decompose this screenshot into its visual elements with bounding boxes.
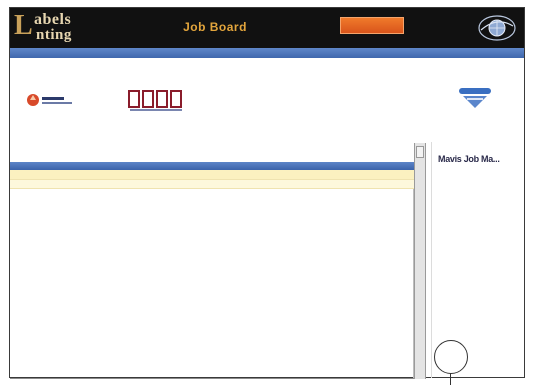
job-table (10, 162, 414, 189)
header-action-button[interactable] (340, 17, 404, 34)
table-row[interactable] (10, 179, 414, 189)
table-cell (250, 170, 286, 180)
logo-line-1: abels (34, 11, 72, 28)
company-logo (27, 94, 72, 106)
table-cell (250, 179, 286, 189)
table-row[interactable] (10, 170, 414, 180)
divider (10, 378, 414, 379)
logo-line-2: nting (36, 27, 72, 43)
column-header[interactable] (250, 162, 286, 170)
table-cell (10, 170, 138, 180)
app-header: L abels nting Job Board (10, 8, 524, 48)
table-cell (286, 179, 328, 189)
table-cell (328, 170, 414, 180)
table-cell (328, 179, 414, 189)
job-table-area (10, 162, 414, 378)
table-cell (204, 170, 250, 180)
partner-logo-mark (128, 90, 182, 111)
vertical-scrollbar[interactable] (414, 143, 426, 379)
page-title: Job Board (183, 20, 247, 34)
badge-icon[interactable] (455, 86, 495, 112)
table-cell (286, 170, 328, 180)
app-logo: L abels nting (12, 11, 132, 45)
scrollbar-thumb[interactable] (416, 146, 424, 158)
table-header-row (10, 162, 414, 170)
table-cell (10, 179, 138, 189)
table-cell (138, 179, 204, 189)
partner-logo (126, 88, 188, 114)
side-panel-title: Mavis Job Ma... (438, 154, 500, 164)
application-window: L abels nting Job Board Mavis Job Ma... (9, 7, 525, 379)
table-cell (204, 179, 250, 189)
column-header[interactable] (328, 162, 414, 170)
column-header[interactable] (204, 162, 250, 170)
callout-pointer (450, 373, 451, 385)
column-header[interactable] (138, 162, 204, 170)
column-header[interactable] (286, 162, 328, 170)
nav-bar (10, 48, 524, 58)
logo-initial: L (14, 10, 33, 41)
table-cell (138, 170, 204, 180)
callout-circle (434, 340, 468, 374)
column-header[interactable] (10, 162, 138, 170)
globe-icon[interactable] (477, 12, 517, 44)
